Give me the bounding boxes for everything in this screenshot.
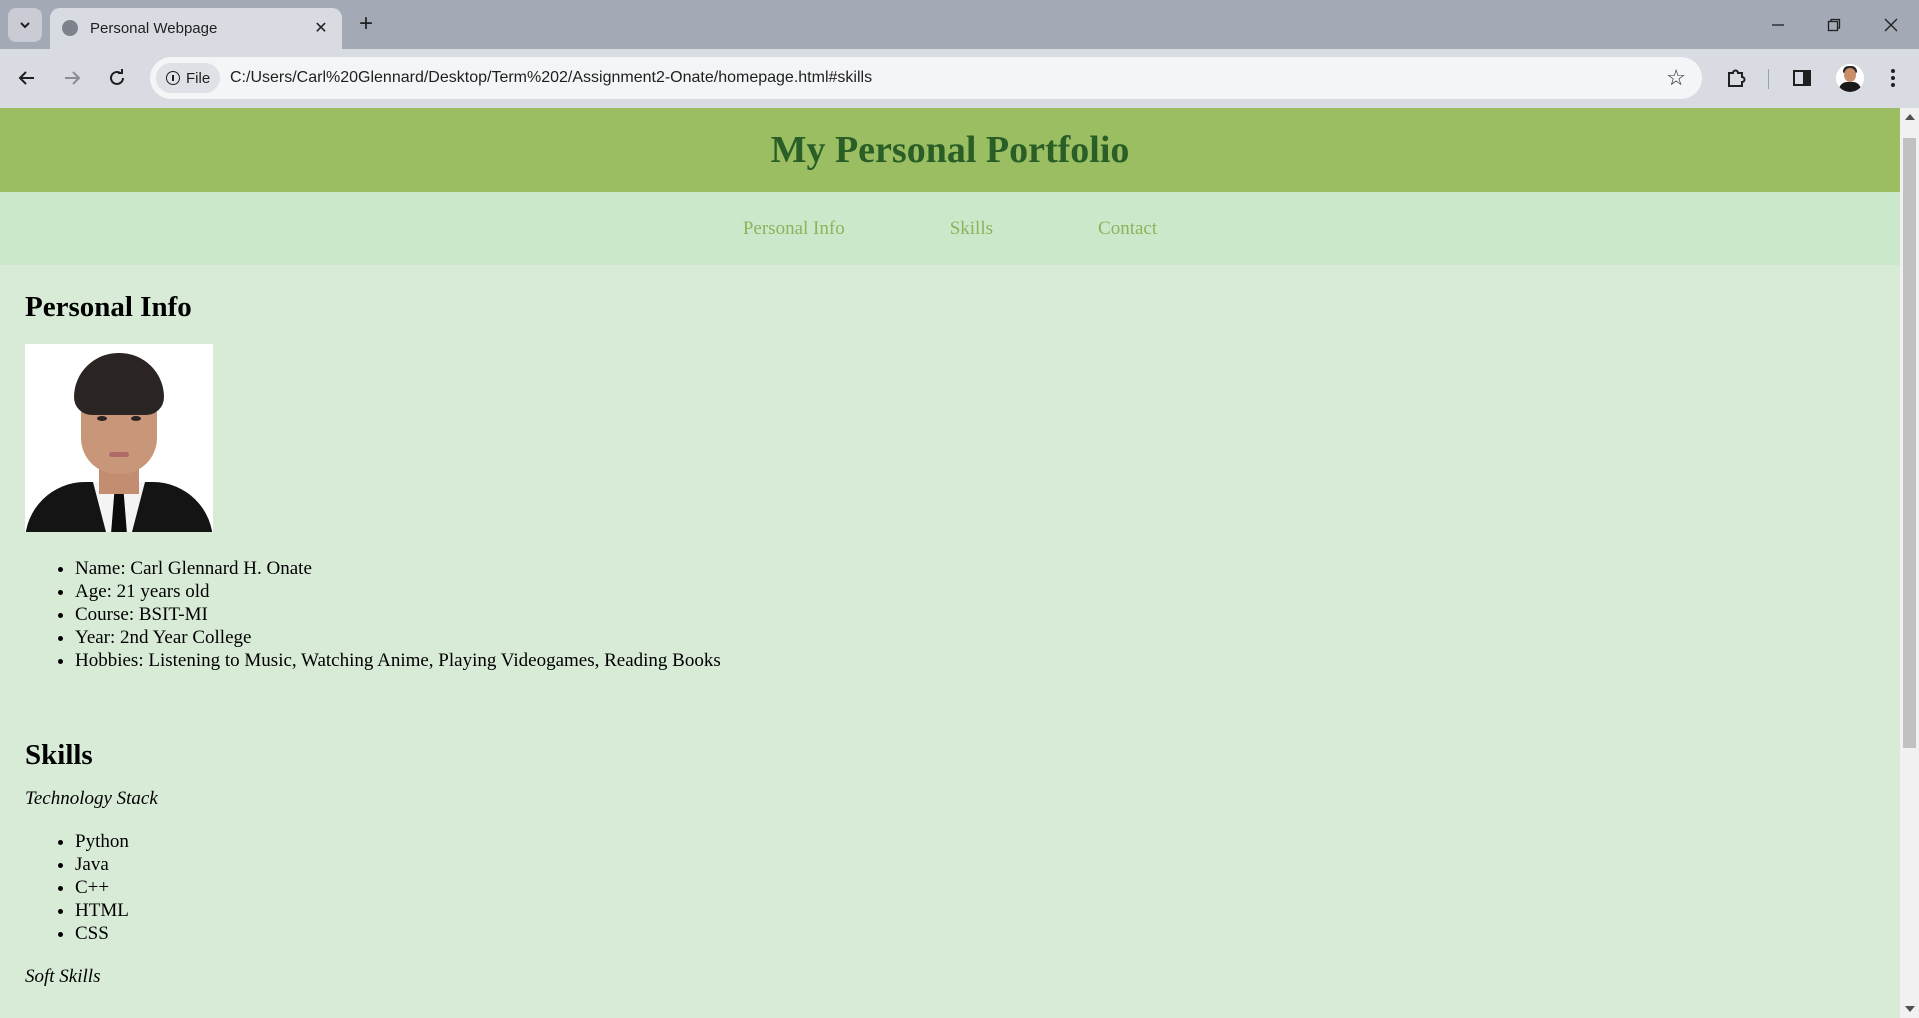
globe-icon: [62, 20, 78, 36]
list-item: Year: 2nd Year College: [75, 626, 1875, 649]
skills-heading: Skills: [25, 739, 93, 771]
site-title: My Personal Portfolio: [770, 129, 1130, 171]
list-item: Hobbies: Listening to Music, Watching An…: [75, 649, 1875, 672]
list-item: Age: 21 years old: [75, 580, 1875, 603]
personal-info-list: Name: Carl Glennard H. Onate Age: 21 yea…: [25, 557, 1875, 672]
nav-link-contact[interactable]: Contact: [1098, 218, 1157, 240]
forward-button[interactable]: [54, 60, 90, 96]
browser-toolbar: File C:/Users/Carl%20Glennard/Desktop/Te…: [0, 49, 1919, 108]
site-nav: Personal Info Skills Contact: [0, 192, 1900, 265]
tab-title: Personal Webpage: [90, 20, 218, 37]
url-text[interactable]: C:/Users/Carl%20Glennard/Desktop/Term%20…: [230, 57, 872, 99]
minimize-icon: [1772, 23, 1784, 26]
list-item: C++: [75, 876, 1875, 899]
address-bar[interactable]: File C:/Users/Carl%20Glennard/Desktop/Te…: [150, 57, 1702, 99]
personal-info-heading: Personal Info: [25, 291, 192, 323]
page-viewport: My Personal Portfolio Personal Info Skil…: [0, 108, 1900, 1018]
list-item: Python: [75, 830, 1875, 853]
scroll-up-arrow-icon[interactable]: [1905, 114, 1915, 120]
profile-photo: [25, 344, 213, 532]
arrow-left-icon: [18, 71, 34, 85]
restore-icon: [1827, 18, 1841, 31]
site-info-chip[interactable]: File: [156, 63, 220, 93]
chevron-down-icon: [20, 22, 30, 29]
nav-link-personal-info[interactable]: Personal Info: [743, 218, 845, 240]
soft-skills-label: Soft Skills: [25, 966, 101, 987]
close-tab-icon[interactable]: ✕: [312, 19, 330, 37]
new-tab-button[interactable]: +: [352, 10, 380, 38]
back-button[interactable]: [9, 60, 45, 96]
arrow-right-icon: [65, 71, 81, 85]
reload-button[interactable]: [99, 60, 135, 96]
list-item: Name: Carl Glennard H. Onate: [75, 557, 1875, 580]
extensions-button[interactable]: [1718, 60, 1754, 96]
tech-stack-list: Python Java C++ HTML CSS: [25, 830, 1875, 945]
bookmark-star-icon[interactable]: ☆: [1666, 65, 1686, 91]
list-item: CSS: [75, 922, 1875, 945]
site-info-label: File: [186, 69, 211, 87]
close-icon: [1884, 18, 1898, 31]
side-panel-button[interactable]: [1784, 60, 1820, 96]
minimize-button[interactable]: [1750, 0, 1806, 49]
site-header: My Personal Portfolio: [0, 108, 1900, 192]
reload-icon: [110, 69, 124, 85]
scroll-down-arrow-icon[interactable]: [1905, 1006, 1915, 1012]
menu-button[interactable]: [1875, 60, 1911, 96]
toolbar-divider: [1768, 69, 1769, 89]
profile-avatar[interactable]: [1836, 64, 1864, 92]
scrollbar-thumb[interactable]: [1903, 138, 1916, 748]
browser-tab[interactable]: Personal Webpage ✕: [50, 8, 342, 49]
nav-link-skills[interactable]: Skills: [950, 218, 993, 240]
list-item: Course: BSIT-MI: [75, 603, 1875, 626]
tab-search-button[interactable]: [8, 8, 42, 42]
info-icon: [166, 71, 180, 85]
more-vertical-icon: [1891, 69, 1895, 87]
page-scrollbar[interactable]: [1900, 108, 1919, 1018]
side-panel-icon: [1793, 70, 1811, 86]
tech-stack-label: Technology Stack: [25, 788, 158, 809]
tab-strip: Personal Webpage ✕ +: [0, 0, 1919, 49]
main-content: Personal Info Name: Carl Glennard H. Ona…: [0, 291, 1900, 988]
list-item: HTML: [75, 899, 1875, 922]
restore-button[interactable]: [1806, 0, 1862, 49]
puzzle-icon: [1728, 69, 1746, 87]
close-window-button[interactable]: [1863, 0, 1919, 49]
list-item: Java: [75, 853, 1875, 876]
